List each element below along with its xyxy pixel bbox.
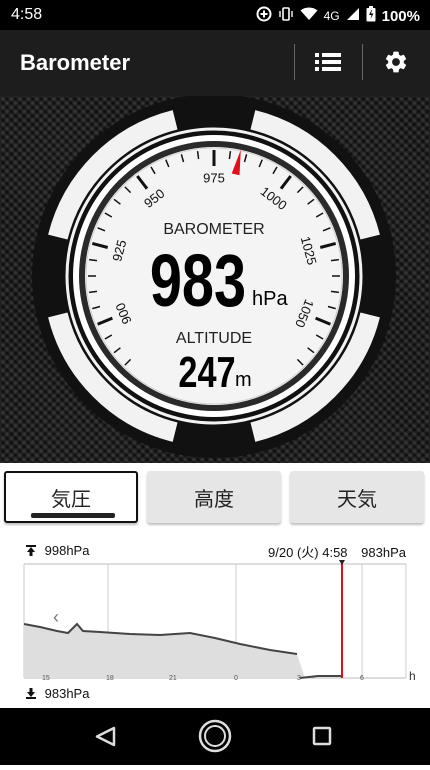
tab-pressure[interactable]: 気圧 bbox=[4, 471, 138, 523]
altitude-value: 247 bbox=[178, 348, 235, 397]
back-button[interactable] bbox=[95, 726, 116, 747]
status-icons: 4G 100% bbox=[256, 6, 420, 26]
mode-tabs: 気圧 高度 天気 bbox=[0, 471, 430, 527]
gear-icon bbox=[385, 51, 407, 73]
graph-min-value: 983hPa bbox=[44, 686, 90, 701]
barometer-gauge: 900925950975100010251050 BAROMETER 983 h… bbox=[32, 94, 396, 458]
x-tick-label: 15 bbox=[42, 675, 50, 682]
status-time: 4:58 bbox=[11, 6, 43, 23]
app-bar: Barometer bbox=[0, 30, 430, 96]
pressure-label: BAROMETER bbox=[163, 221, 264, 238]
minor-tick bbox=[196, 151, 200, 160]
signal-icon bbox=[346, 7, 360, 25]
graph-min-label: 983hPa bbox=[26, 686, 89, 701]
recents-button[interactable] bbox=[312, 726, 332, 746]
pressure-value: 983 bbox=[150, 240, 246, 323]
x-tick-label: 21 bbox=[169, 675, 177, 682]
battery-percent: 100% bbox=[381, 7, 420, 25]
x-tick-label: 3 bbox=[297, 675, 301, 682]
barometer-gauge-panel: 900 925 950 975 1000 1025 1050 BAROMETER 983 h… bbox=[0, 94, 430, 463]
data-saver-icon bbox=[256, 6, 272, 26]
minor-tick bbox=[89, 290, 98, 294]
app-title: Barometer bbox=[20, 50, 131, 75]
graph-cursor-info: 9/20 (火) 4:58 983hPa bbox=[268, 542, 406, 561]
wifi-icon bbox=[300, 6, 318, 26]
max-arrow-up-icon bbox=[26, 545, 36, 556]
minor-tick bbox=[228, 151, 232, 160]
app-bar-divider bbox=[362, 44, 363, 80]
pressure-history-graph[interactable]: ‹ 15 18 21 0 3 6 h 998hPa 983hPa 9/20 (火… bbox=[0, 530, 430, 708]
tab-pressure-label: 気圧 bbox=[51, 488, 91, 511]
home-button[interactable] bbox=[198, 719, 232, 753]
minor-tick bbox=[330, 290, 339, 294]
minor-tick bbox=[330, 258, 339, 262]
minor-tick bbox=[89, 258, 98, 262]
settings-button[interactable] bbox=[376, 44, 416, 80]
gauge-scale-label: 975 bbox=[203, 171, 225, 186]
min-arrow-down-icon bbox=[26, 688, 36, 699]
graph-cursor-date: 9/20 (火) 4:58 bbox=[268, 545, 348, 560]
x-tick-label: 0 bbox=[234, 675, 238, 682]
history-list-button[interactable] bbox=[308, 44, 348, 80]
battery-icon bbox=[366, 6, 376, 26]
x-tick-label: 6 bbox=[360, 675, 364, 682]
altitude-unit: m bbox=[235, 369, 252, 391]
recents-icon bbox=[312, 726, 332, 746]
pressure-unit: hPa bbox=[252, 288, 288, 310]
vibrate-icon bbox=[278, 6, 294, 26]
x-tick-label: 18 bbox=[106, 675, 114, 682]
status-bar: 4:58 4G 100% bbox=[0, 0, 430, 30]
x-axis-unit: h bbox=[409, 669, 416, 683]
tab-weather[interactable]: 天気 bbox=[290, 471, 424, 523]
active-tab-indicator bbox=[31, 513, 115, 518]
app-bar-divider bbox=[294, 44, 295, 80]
graph-max-label: 998hPa bbox=[26, 543, 89, 558]
tab-weather-label: 天気 bbox=[337, 488, 377, 511]
tab-altitude-label: 高度 bbox=[194, 488, 234, 511]
nav-bar-icons bbox=[95, 719, 332, 753]
network-type: 4G bbox=[323, 9, 340, 23]
system-nav-bar bbox=[0, 708, 430, 765]
back-icon bbox=[95, 726, 116, 747]
tab-altitude[interactable]: 高度 bbox=[147, 471, 281, 523]
graph-max-value: 998hPa bbox=[44, 543, 90, 558]
altitude-label: ALTITUDE bbox=[176, 330, 252, 347]
graph-cursor-value: 983hPa bbox=[361, 545, 406, 560]
list-icon bbox=[315, 53, 341, 71]
graph-prev-arrow[interactable]: ‹ bbox=[53, 607, 59, 627]
